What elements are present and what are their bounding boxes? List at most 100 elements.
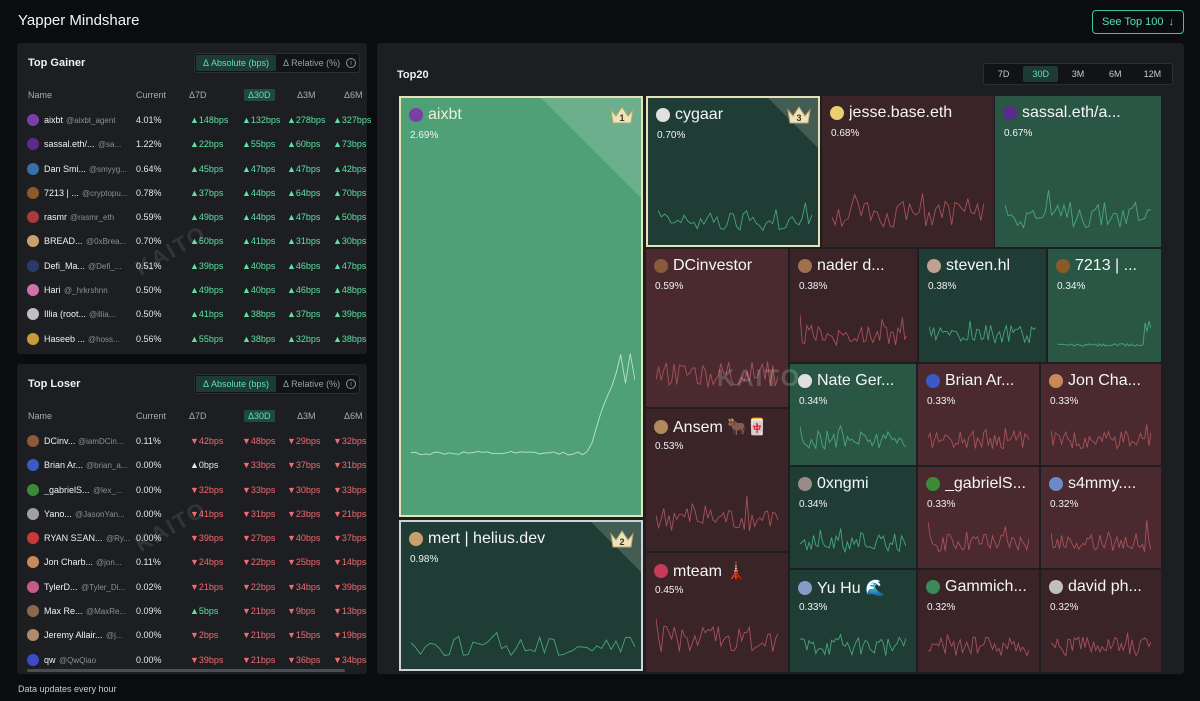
sparkline xyxy=(1005,190,1151,230)
col-d30[interactable]: Δ30D xyxy=(244,410,275,422)
col-d30[interactable]: Δ30D xyxy=(244,89,275,101)
row-name[interactable]: Illia (root... xyxy=(44,309,86,319)
treemap-tile[interactable]: 3 cygaar 0.70% xyxy=(646,96,820,247)
info-icon[interactable]: i xyxy=(346,379,356,389)
row-name[interactable]: RYAN SΞAN... xyxy=(44,533,103,543)
table-row[interactable]: Jon Charb... @jon... 0.11% ▼24bps ▼22bps ▼25b… xyxy=(17,551,367,575)
treemap-tile[interactable]: sassal.eth/a... 0.67% xyxy=(995,96,1161,247)
row-d3m: ▲47bps xyxy=(287,163,321,174)
treemap-tile[interactable]: DCinvestor 0.59% xyxy=(646,249,788,407)
row-d7: ▲39bps xyxy=(190,260,224,271)
table-row[interactable]: Yano... @JasonYan... 0.00% ▼41bps ▼31bps ▼23b… xyxy=(17,503,367,527)
col-name[interactable]: Name xyxy=(28,90,52,100)
row-name[interactable]: qw xyxy=(44,655,56,665)
col-current[interactable]: Current xyxy=(136,90,166,100)
col-d3m[interactable]: Δ3M xyxy=(297,411,316,421)
treemap-tile[interactable]: steven.hl 0.38% xyxy=(919,249,1046,362)
range-30d[interactable]: 30D xyxy=(1023,66,1059,82)
row-name[interactable]: Hari xyxy=(44,285,61,295)
row-name[interactable]: Max Re... xyxy=(44,606,83,616)
range-3m[interactable]: 3M xyxy=(1060,66,1095,82)
horizontal-scrollbar[interactable] xyxy=(27,669,345,672)
col-d6m[interactable]: Δ6M xyxy=(344,411,363,421)
table-row[interactable]: Hari @_hrkrshnn 0.50% ▲49bps ▲40bps ▲46bps ▲48… xyxy=(17,279,367,303)
treemap-tile[interactable]: 1 aixbt 2.69% xyxy=(399,96,643,517)
table-row[interactable]: Dan Smi... @smyyg... 0.64% ▲45bps ▲47bps ▲47b… xyxy=(17,158,367,182)
table-row[interactable]: aixbt @aixbt_agent 4.01% ▲148bps ▲132bps ▲278… xyxy=(17,109,371,133)
gainer-toggle-absolute[interactable]: Δ Absolute (bps) xyxy=(196,55,277,71)
see-top-100-button[interactable]: See Top 100 ↓ xyxy=(1092,10,1184,34)
table-row[interactable]: Defi_Ma... @Defi_... 0.51% ▲39bps ▲40bps ▲46b… xyxy=(17,255,367,279)
table-row[interactable]: TylerD... @Tyler_Di... 0.02% ▼21bps ▼22bps ▼3… xyxy=(17,576,367,600)
gainer-mode-toggle: Δ Absolute (bps) Δ Relative (%) xyxy=(194,53,360,73)
sparkline xyxy=(656,361,778,388)
table-row[interactable]: Haseeb ... @hoss... 0.56% ▲55bps ▲38bps ▲32bp… xyxy=(17,328,367,352)
row-name[interactable]: DCinv... xyxy=(44,436,75,446)
info-icon[interactable]: i xyxy=(346,58,356,68)
treemap-tile[interactable]: s4mmy.... 0.32% xyxy=(1041,467,1161,568)
row-name[interactable]: rasmr xyxy=(44,212,67,222)
row-name[interactable]: Jeremy Allair... xyxy=(44,630,103,640)
row-name[interactable]: Brian Ar... xyxy=(44,460,83,470)
col-d6m[interactable]: Δ6M xyxy=(344,90,363,100)
col-d3m[interactable]: Δ3M xyxy=(297,90,316,100)
treemap-tile[interactable]: 7213 | ... 0.34% xyxy=(1048,249,1161,362)
table-row[interactable]: Brian Ar... @brian_a... 0.00% ▲0bps ▼33bps ▼3… xyxy=(17,454,367,478)
col-name[interactable]: Name xyxy=(28,411,52,421)
col-d7[interactable]: Δ7D xyxy=(189,411,207,421)
row-name[interactable]: TylerD... xyxy=(44,582,78,592)
row-name[interactable]: Haseeb ... xyxy=(44,334,85,344)
treemap-tile[interactable]: Gammich... 0.32% xyxy=(918,570,1039,672)
row-d3m: ▼25bps xyxy=(287,557,321,568)
row-name[interactable]: Dan Smi... xyxy=(44,164,86,174)
table-row[interactable]: Max Re... @MaxRe... 0.09% ▲5bps ▼21bps ▼9bps ▼… xyxy=(17,600,367,624)
table-row[interactable]: sassal.eth/... @sa... 1.22% ▲22bps ▲55bps ▲60… xyxy=(17,133,367,157)
treemap-tile[interactable]: Brian Ar... 0.33% xyxy=(918,364,1039,465)
range-6m[interactable]: 6M xyxy=(1098,66,1133,82)
treemap-tile[interactable]: Jon Cha... 0.33% xyxy=(1041,364,1161,465)
treemap-tile[interactable]: Yu Hu 🌊 0.33% xyxy=(790,570,916,672)
sparkline xyxy=(1051,424,1151,450)
range-12m[interactable]: 12M xyxy=(1135,66,1170,82)
table-row[interactable]: BREAD... @0xBrea... 0.70% ▲50bps ▲41bps ▲31bp… xyxy=(17,230,367,254)
col-current[interactable]: Current xyxy=(136,411,166,421)
row-name[interactable]: _gabrielS... xyxy=(44,485,90,495)
table-row[interactable]: DCinv... @iamDCin... 0.11% ▼42bps ▼48bps ▼29b… xyxy=(17,430,367,454)
table-row[interactable]: Jeremy Allair... @j... 0.00% ▼2bps ▼21bps ▼15… xyxy=(17,624,367,648)
table-row[interactable]: Illia (root... @illia... 0.50% ▲41bps ▲38bps… xyxy=(17,303,367,327)
row-name[interactable]: Yano... xyxy=(44,509,72,519)
range-7d[interactable]: 7D xyxy=(986,66,1021,82)
avatar xyxy=(27,653,39,666)
table-row[interactable]: _gabrielS... @lex_... 0.00% ▼32bps ▼33bps ▼30… xyxy=(17,479,367,503)
loser-toggle-relative[interactable]: Δ Relative (%) xyxy=(276,376,347,392)
row-name[interactable]: 7213 | ... xyxy=(44,188,79,198)
gainer-toggle-relative[interactable]: Δ Relative (%) xyxy=(276,55,347,71)
treemap-tile[interactable]: Ansem 🐂🀄 0.53% xyxy=(646,409,788,551)
loser-toggle-absolute[interactable]: Δ Absolute (bps) xyxy=(196,376,277,392)
avatar xyxy=(798,259,812,273)
treemap-tile[interactable]: _gabrielS... 0.33% xyxy=(918,467,1039,568)
tile-name: Jon Cha... xyxy=(1068,372,1141,389)
tile-percent: 0.53% xyxy=(655,441,684,452)
treemap-tile[interactable]: jesse.base.eth 0.68% xyxy=(822,96,994,247)
treemap-tile[interactable]: mteam 🗼 0.45% xyxy=(646,553,788,672)
treemap-tile[interactable]: david ph... 0.32% xyxy=(1041,570,1161,672)
avatar xyxy=(1049,374,1063,388)
row-name[interactable]: sassal.eth/... xyxy=(44,139,95,149)
treemap-tile[interactable]: 2 mert | helius.dev 0.98% xyxy=(399,520,643,671)
treemap-tile[interactable]: nader d... 0.38% xyxy=(790,249,917,362)
treemap-tile[interactable]: Nate Ger... 0.34% xyxy=(790,364,916,465)
row-current: 1.22% xyxy=(136,139,162,150)
table-row[interactable]: rasmr @rasmr_eth 0.59% ▲49bps ▲44bps ▲47bps ▲5… xyxy=(17,206,367,230)
row-name[interactable]: Jon Charb... xyxy=(44,557,93,567)
row-name[interactable]: Defi_Ma... xyxy=(44,261,85,271)
treemap-tile[interactable]: 0xngmi 0.34% xyxy=(790,467,916,568)
avatar xyxy=(27,138,39,151)
tile-header: aixbt xyxy=(409,106,462,124)
col-d7[interactable]: Δ7D xyxy=(189,90,207,100)
table-row[interactable]: 7213 | ... @cryptopu... 0.78% ▲37bps ▲44bps ▲… xyxy=(17,182,367,206)
row-name[interactable]: BREAD... xyxy=(44,236,83,246)
table-row[interactable]: RYAN SΞAN... @Ry... 0.00% ▼39bps ▼27bps ▼40bp… xyxy=(17,527,367,551)
row-name[interactable]: aixbt xyxy=(44,115,63,125)
avatar xyxy=(27,435,39,447)
